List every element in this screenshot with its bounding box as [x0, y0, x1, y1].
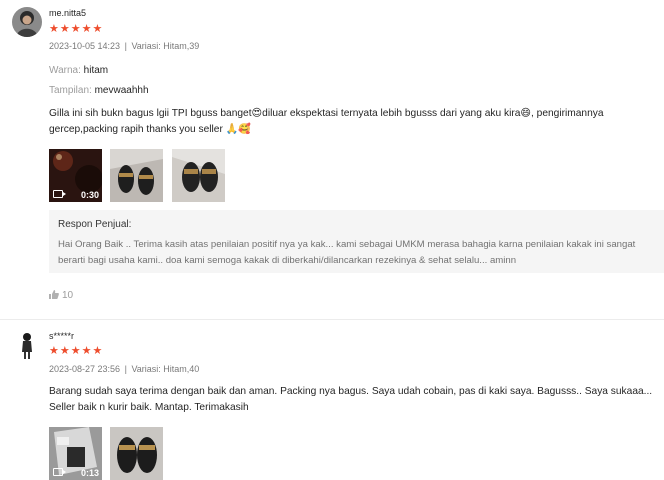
attribute-value: hitam [83, 65, 109, 76]
review-video-thumbnail[interactable]: 0:13 [49, 427, 102, 480]
rating-stars: ★★★★★ [49, 345, 104, 357]
review-variation: Variasi: Hitam,39 [131, 41, 200, 51]
meta-separator: | [124, 364, 127, 374]
review-image-thumbnail[interactable] [172, 149, 225, 202]
meta-separator: | [124, 41, 127, 51]
review-image-thumbnail[interactable] [110, 149, 163, 202]
review-comment: Gilla ini sih bukn bagus lgii TPI bguss … [49, 108, 604, 135]
review-date: 2023-10-05 14:23 [49, 41, 121, 51]
reviewer-username: s*****r [49, 331, 75, 341]
like-button[interactable]: 10 [49, 290, 73, 301]
seller-response-title: Respon Penjual: [58, 219, 132, 230]
rating-stars: ★★★★★ [49, 23, 104, 35]
seller-response: Respon Penjual: Hai Orang Baik .. Terima… [49, 210, 664, 273]
review-meta: 2023-08-27 23:56 | Variasi: Hitam,40 [49, 364, 199, 374]
thumbs-up-icon [49, 290, 59, 299]
review-variation: Variasi: Hitam,40 [131, 364, 200, 374]
review-video-thumbnail[interactable]: 0:30 [49, 149, 102, 202]
review-meta: 2023-10-05 14:23 | Variasi: Hitam,39 [49, 41, 199, 51]
reviewer-username: me.nitta5 [49, 8, 87, 18]
review-image-thumbnail[interactable] [110, 427, 163, 480]
video-duration: 0:13 [80, 468, 99, 478]
attribute-label: Tampilan: [49, 85, 92, 96]
attribute-appearance: Tampilan: mevwaahhh [49, 85, 149, 96]
review-item: s*****r ★★★★★ 2023-08-27 23:56 | Variasi… [0, 320, 664, 480]
attribute-label: Warna: [49, 65, 81, 76]
attribute-color: Warna: hitam [49, 65, 108, 76]
review-date: 2023-08-27 23:56 [49, 364, 121, 374]
review-item: me.nitta5 ★★★★★ 2023-10-05 14:23 | Varia… [0, 0, 664, 320]
avatar[interactable] [12, 7, 42, 37]
video-duration: 0:30 [80, 190, 99, 200]
video-camera-icon [53, 190, 66, 198]
like-count: 10 [62, 290, 74, 301]
review-comment: Barang sudah saya terima dengan baik dan… [49, 386, 653, 413]
avatar[interactable] [12, 330, 42, 360]
attribute-value: mevwaahhh [94, 85, 149, 96]
video-camera-icon [53, 468, 66, 476]
seller-response-text: Hai Orang Baik .. Terima kasih atas peni… [58, 239, 636, 266]
